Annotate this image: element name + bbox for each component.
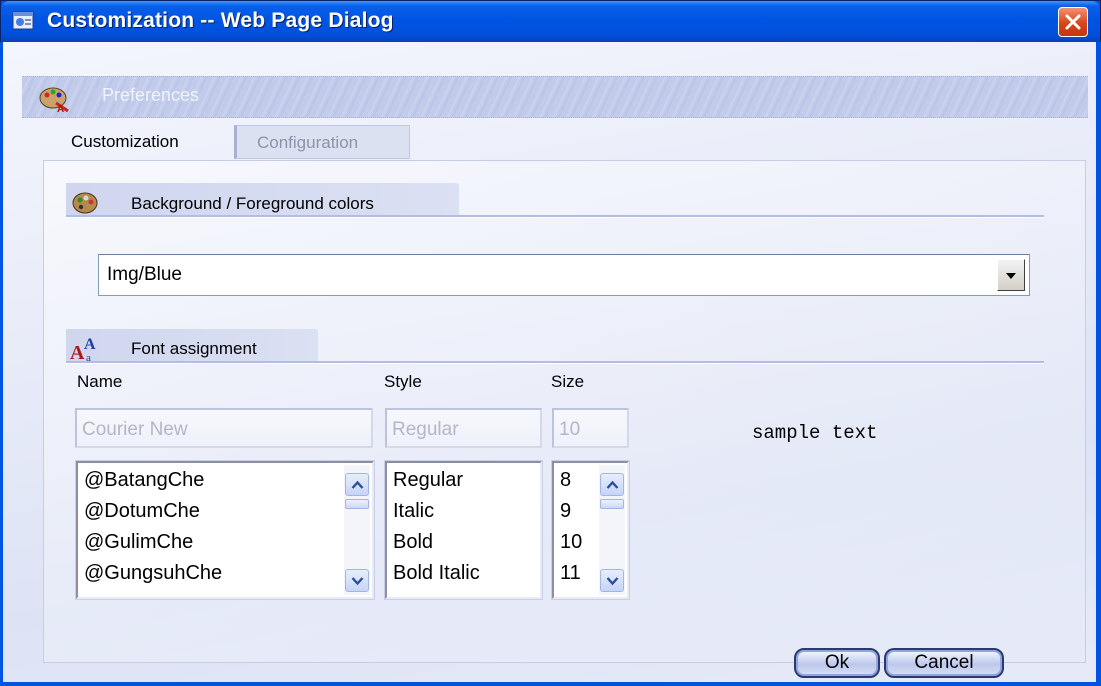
font-icon: A A a [70,336,96,363]
title-bar[interactable]: Customization -- Web Page Dialog [1,1,1100,43]
font-size-field[interactable]: 10 [552,408,629,448]
vertical-scrollbar[interactable] [344,465,370,595]
font-name-label: Name [77,372,123,391]
chevron-down-icon [351,577,364,586]
tab-configuration[interactable]: Configuration [234,125,410,159]
ok-button[interactable]: Ok [794,648,880,678]
chevron-up-icon [351,480,364,489]
svg-text:a: a [86,352,91,363]
window-border-right [1097,42,1101,686]
window-border-left [0,42,3,686]
font-style-field[interactable]: Regular [385,408,542,448]
font-size-list[interactable]: 8 9 10 11 [551,460,630,600]
list-item[interactable]: @BatangChe [84,469,204,492]
list-item[interactable]: @GungsuhChe [84,562,222,585]
vertical-scrollbar[interactable] [599,465,625,595]
window-title: Customization -- Web Page Dialog [47,9,394,32]
palette-icon: A [39,87,69,113]
font-name-value: Courier New [82,419,188,440]
font-style-value: Regular [392,419,459,440]
list-item[interactable]: Regular [393,469,463,492]
scroll-thumb[interactable] [345,499,369,509]
scroll-up-button[interactable] [345,473,369,496]
color-scheme-value: Img/Blue [107,264,182,285]
colors-section-title: Background / Foreground colors [131,194,374,213]
ie-dialog-icon [12,11,34,30]
list-item[interactable]: @GulimChe [84,531,193,554]
fonts-section-title: Font assignment [131,339,257,358]
list-item[interactable]: 9 [560,500,571,523]
close-icon [1065,14,1081,30]
svg-text:A: A [57,104,64,113]
cancel-button[interactable]: Cancel [884,648,1004,678]
font-size-value: 10 [559,419,581,440]
list-item[interactable]: Bold Italic [393,562,480,585]
list-item[interactable]: 11 [560,562,581,585]
chevron-up-icon [606,480,619,489]
chevron-down-icon [606,577,619,586]
list-item[interactable]: Italic [393,500,434,523]
font-size-label: Size [551,372,585,391]
tab-customization[interactable]: Customization [58,122,228,162]
font-name-list[interactable]: @BatangChe @DotumChe @GulimChe @GungsuhC… [75,460,375,600]
colors-section-divider [66,215,1044,218]
font-sample-text: sample text [752,422,878,444]
list-item[interactable]: Bold [393,531,433,554]
svg-text:A: A [84,336,96,353]
list-item[interactable]: 10 [560,531,582,554]
dropdown-button[interactable] [997,259,1025,291]
scroll-down-button[interactable] [345,569,369,592]
fonts-section-divider [66,361,1044,364]
close-button[interactable] [1058,7,1088,37]
scroll-thumb[interactable] [600,499,624,509]
scroll-down-button[interactable] [600,569,624,592]
list-item[interactable]: @DotumChe [84,500,200,523]
palette-icon [72,192,98,214]
chevron-down-icon [1006,273,1016,279]
font-name-field[interactable]: Courier New [75,408,373,448]
svg-text:A: A [70,342,85,363]
font-style-list[interactable]: Regular Italic Bold Bold Italic [384,460,543,600]
scroll-up-button[interactable] [600,473,624,496]
color-scheme-select[interactable]: Img/Blue [98,254,1030,296]
preferences-title: Preferences [102,85,200,105]
list-item[interactable]: 8 [560,469,571,492]
font-style-label: Style [384,372,422,391]
